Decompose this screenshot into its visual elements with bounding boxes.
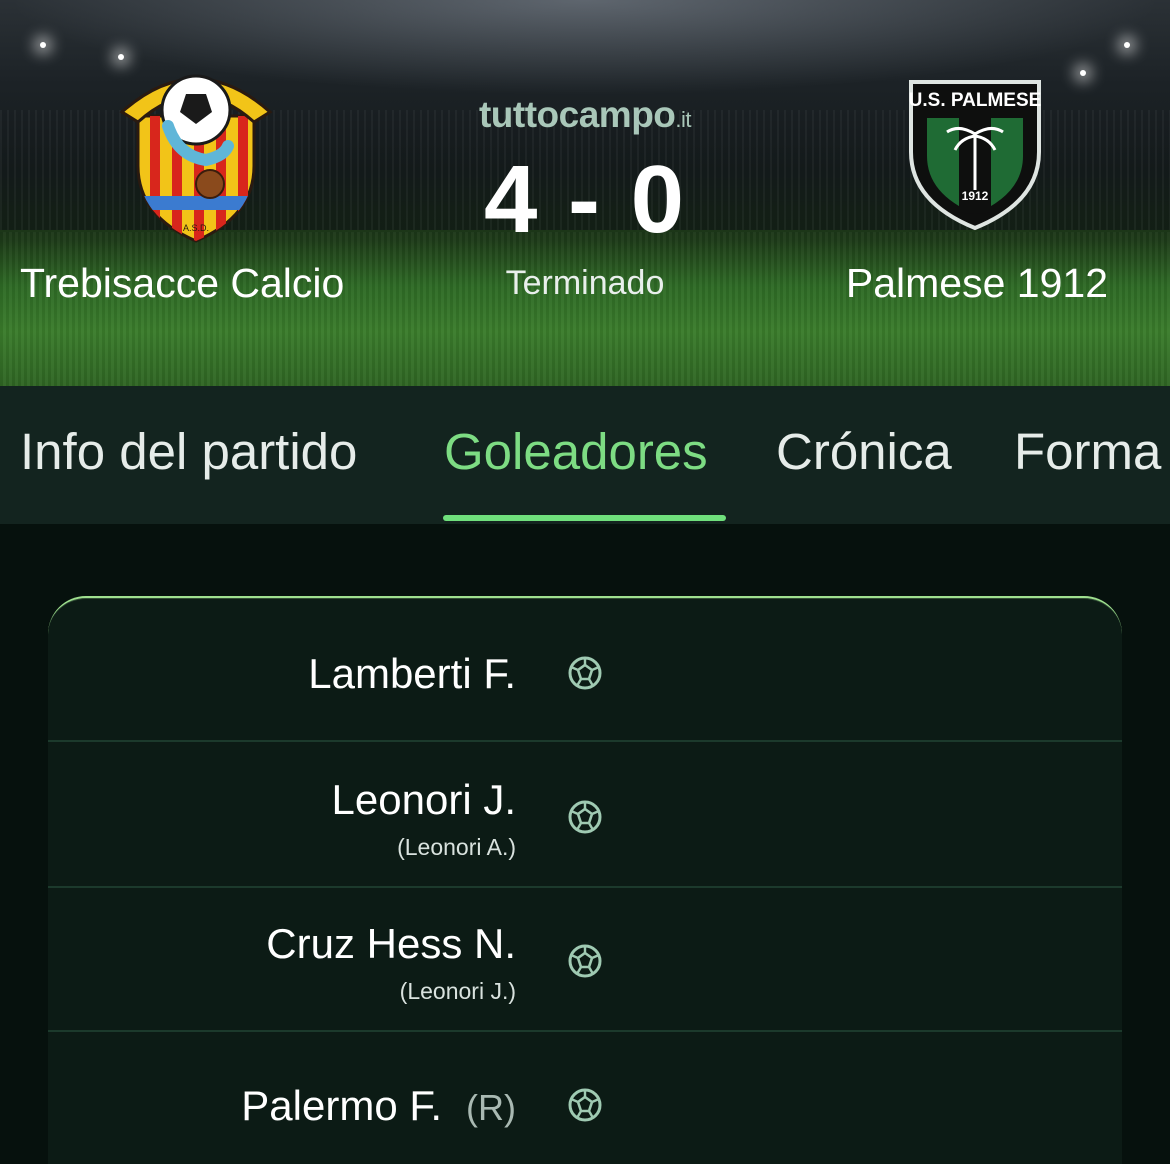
scorers-card: Lamberti F. Leonori J. (Leonori A.) Cruz…	[48, 596, 1122, 1164]
row-divider	[48, 740, 1122, 742]
match-tabs: Info del partido Goleadores Crónica Form…	[0, 386, 1170, 524]
away-logo-text: U.S. PALMESE	[909, 90, 1042, 111]
scorer-name: Lamberti F.	[308, 650, 516, 697]
soccer-ball-icon	[568, 1088, 602, 1122]
tab-lineups[interactable]: Forma	[1014, 422, 1161, 481]
scorer-name: Leonori J.	[331, 776, 516, 823]
home-team-name[interactable]: Trebisacce Calcio	[20, 260, 344, 307]
brand-name: tuttocampo	[478, 94, 676, 135]
brand-tld: .it	[675, 107, 692, 132]
scorer-row[interactable]: Cruz Hess N. (Leonori J.)	[48, 888, 1122, 1032]
soccer-ball-icon	[568, 800, 602, 834]
stadium-light-icon	[1080, 70, 1086, 76]
soccer-ball-icon	[568, 656, 602, 690]
tab-scorers[interactable]: Goleadores	[444, 422, 708, 481]
assist-name: (Leonori J.)	[399, 978, 516, 1004]
active-tab-indicator	[443, 515, 726, 521]
scorer-name-with-tag: Palermo F. (R)	[241, 1082, 516, 1130]
assist-name: (Leonori A.)	[397, 834, 516, 860]
scorer-name: Cruz Hess N.	[266, 920, 516, 967]
soccer-ball-icon	[568, 944, 602, 978]
away-team-name[interactable]: Palmese 1912	[846, 260, 1108, 307]
away-team-logo[interactable]: 1912 U.S. PALMESE	[905, 72, 1045, 232]
stadium-light-icon	[1124, 42, 1130, 48]
away-logo-year: 1912	[962, 189, 989, 203]
tab-info[interactable]: Info del partido	[20, 422, 357, 481]
scorer-row[interactable]: Lamberti F.	[48, 598, 1122, 742]
scorer-name: Palermo F.	[241, 1082, 443, 1129]
scorer-row[interactable]: Palermo F. (R)	[48, 1032, 1122, 1164]
match-page: A.S.D. tuttocampo.it 4 - 0 Terminado Tre…	[0, 0, 1170, 1164]
stadium-light-icon	[40, 42, 46, 48]
pitch-background	[0, 232, 1170, 386]
match-header: A.S.D. tuttocampo.it 4 - 0 Terminado Tre…	[0, 0, 1170, 386]
scorer-row[interactable]: Leonori J. (Leonori A.)	[48, 744, 1122, 888]
penalty-tag: (R)	[466, 1087, 516, 1128]
tab-chronicle[interactable]: Crónica	[776, 422, 952, 481]
